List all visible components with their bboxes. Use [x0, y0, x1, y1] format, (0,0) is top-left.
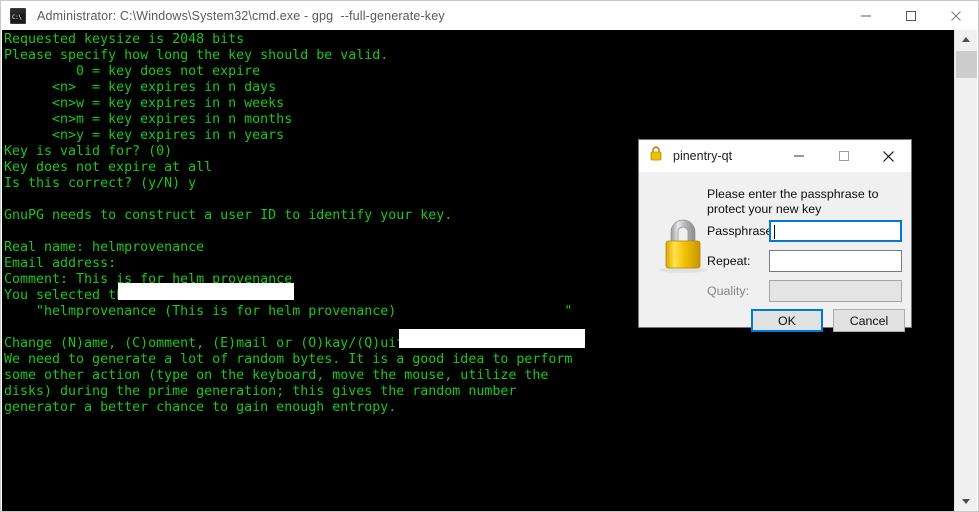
pinentry-minimize-button[interactable]: [776, 140, 821, 172]
minimize-button[interactable]: [843, 1, 888, 30]
close-icon: [950, 10, 961, 21]
terminal-line: We need to generate a lot of random byte…: [4, 352, 573, 367]
terminal-text: Requested keysize is 2048 bits Please spe…: [4, 32, 572, 416]
cmd-console-icon-label: C:\: [11, 12, 25, 23]
terminal-line: Key is valid for? (0): [4, 144, 173, 159]
repeat-label: Repeat:: [707, 254, 751, 268]
pinentry-window-controls: [776, 140, 911, 172]
user-id-redaction: [399, 329, 585, 348]
terminal-line: Key does not expire at all: [4, 160, 213, 175]
pinentry-maximize-button[interactable]: [821, 140, 866, 172]
terminal-line: disks) during the prime generation; this…: [4, 384, 517, 399]
padlock-icon: [649, 146, 663, 166]
passphrase-label: Passphrase:: [707, 224, 776, 238]
pinentry-dialog: pinentry-qt Please enter the passphrase …: [638, 139, 912, 332]
terminal-line: Requested keysize is 2048 bits: [4, 32, 245, 47]
terminal-scrollbar[interactable]: [954, 30, 977, 511]
scroll-up-arrow-icon: [962, 37, 970, 42]
terminal-line: GnuPG needs to construct a user ID to id…: [4, 208, 453, 223]
close-icon: [883, 150, 894, 162]
terminal-line: 0 = key does not expire: [4, 64, 261, 79]
terminal-line: "helmprovenance (This is for helm proven…: [4, 304, 573, 319]
console-title-bar[interactable]: C:\ Administrator: C:\Windows\System32\c…: [1, 1, 978, 30]
terminal-line: Real name: helmprovenance: [4, 240, 205, 255]
repeat-input[interactable]: [769, 250, 902, 272]
terminal-line: generator a better chance to gain enough…: [4, 400, 397, 415]
text-caret: [774, 225, 775, 239]
quality-meter: [769, 280, 902, 302]
scroll-down-button[interactable]: [955, 492, 977, 511]
terminal-line: Is this correct? (y/N) y: [4, 176, 197, 191]
scroll-down-arrow-icon: [962, 499, 970, 504]
close-button[interactable]: [933, 1, 978, 30]
console-window-title: Administrator: C:\Windows\System32\cmd.e…: [37, 8, 445, 23]
terminal-line: Please specify how long the key should b…: [4, 48, 389, 63]
console-window-controls: [843, 1, 978, 30]
ok-button[interactable]: OK: [751, 309, 823, 332]
maximize-icon: [905, 10, 916, 21]
email-address-redaction: [118, 283, 294, 300]
minimize-icon: [793, 155, 804, 157]
quality-label: Quality:: [707, 284, 750, 298]
pinentry-close-button[interactable]: [866, 140, 911, 172]
scrollbar-thumb[interactable]: [956, 51, 977, 78]
scroll-up-button[interactable]: [955, 30, 977, 49]
minimize-icon: [860, 15, 871, 16]
padlock-graphic-icon: [655, 212, 711, 274]
terminal-line: <n>y = key expires in n years: [4, 128, 285, 143]
terminal-line: Email address:: [4, 256, 117, 271]
pinentry-prompt-text: Please enter the passphrase to protect y…: [707, 187, 879, 216]
pinentry-body: Please enter the passphrase to protect y…: [639, 172, 911, 332]
maximize-icon: [838, 151, 849, 161]
cancel-button[interactable]: Cancel: [833, 309, 905, 332]
terminal-line: <n>w = key expires in n weeks: [4, 96, 285, 111]
console-window: C:\ Administrator: C:\Windows\System32\c…: [0, 0, 979, 512]
terminal-line: <n>m = key expires in n months: [4, 112, 293, 127]
pinentry-window-title: pinentry-qt: [673, 149, 733, 163]
terminal-line: some other action (type on the keyboard,…: [4, 368, 549, 383]
pinentry-title-bar[interactable]: pinentry-qt: [639, 140, 911, 172]
terminal-line: <n> = key expires in n days: [4, 80, 277, 95]
maximize-button[interactable]: [888, 1, 933, 30]
cmd-console-icon: C:\: [10, 7, 26, 24]
passphrase-input[interactable]: [769, 220, 902, 242]
